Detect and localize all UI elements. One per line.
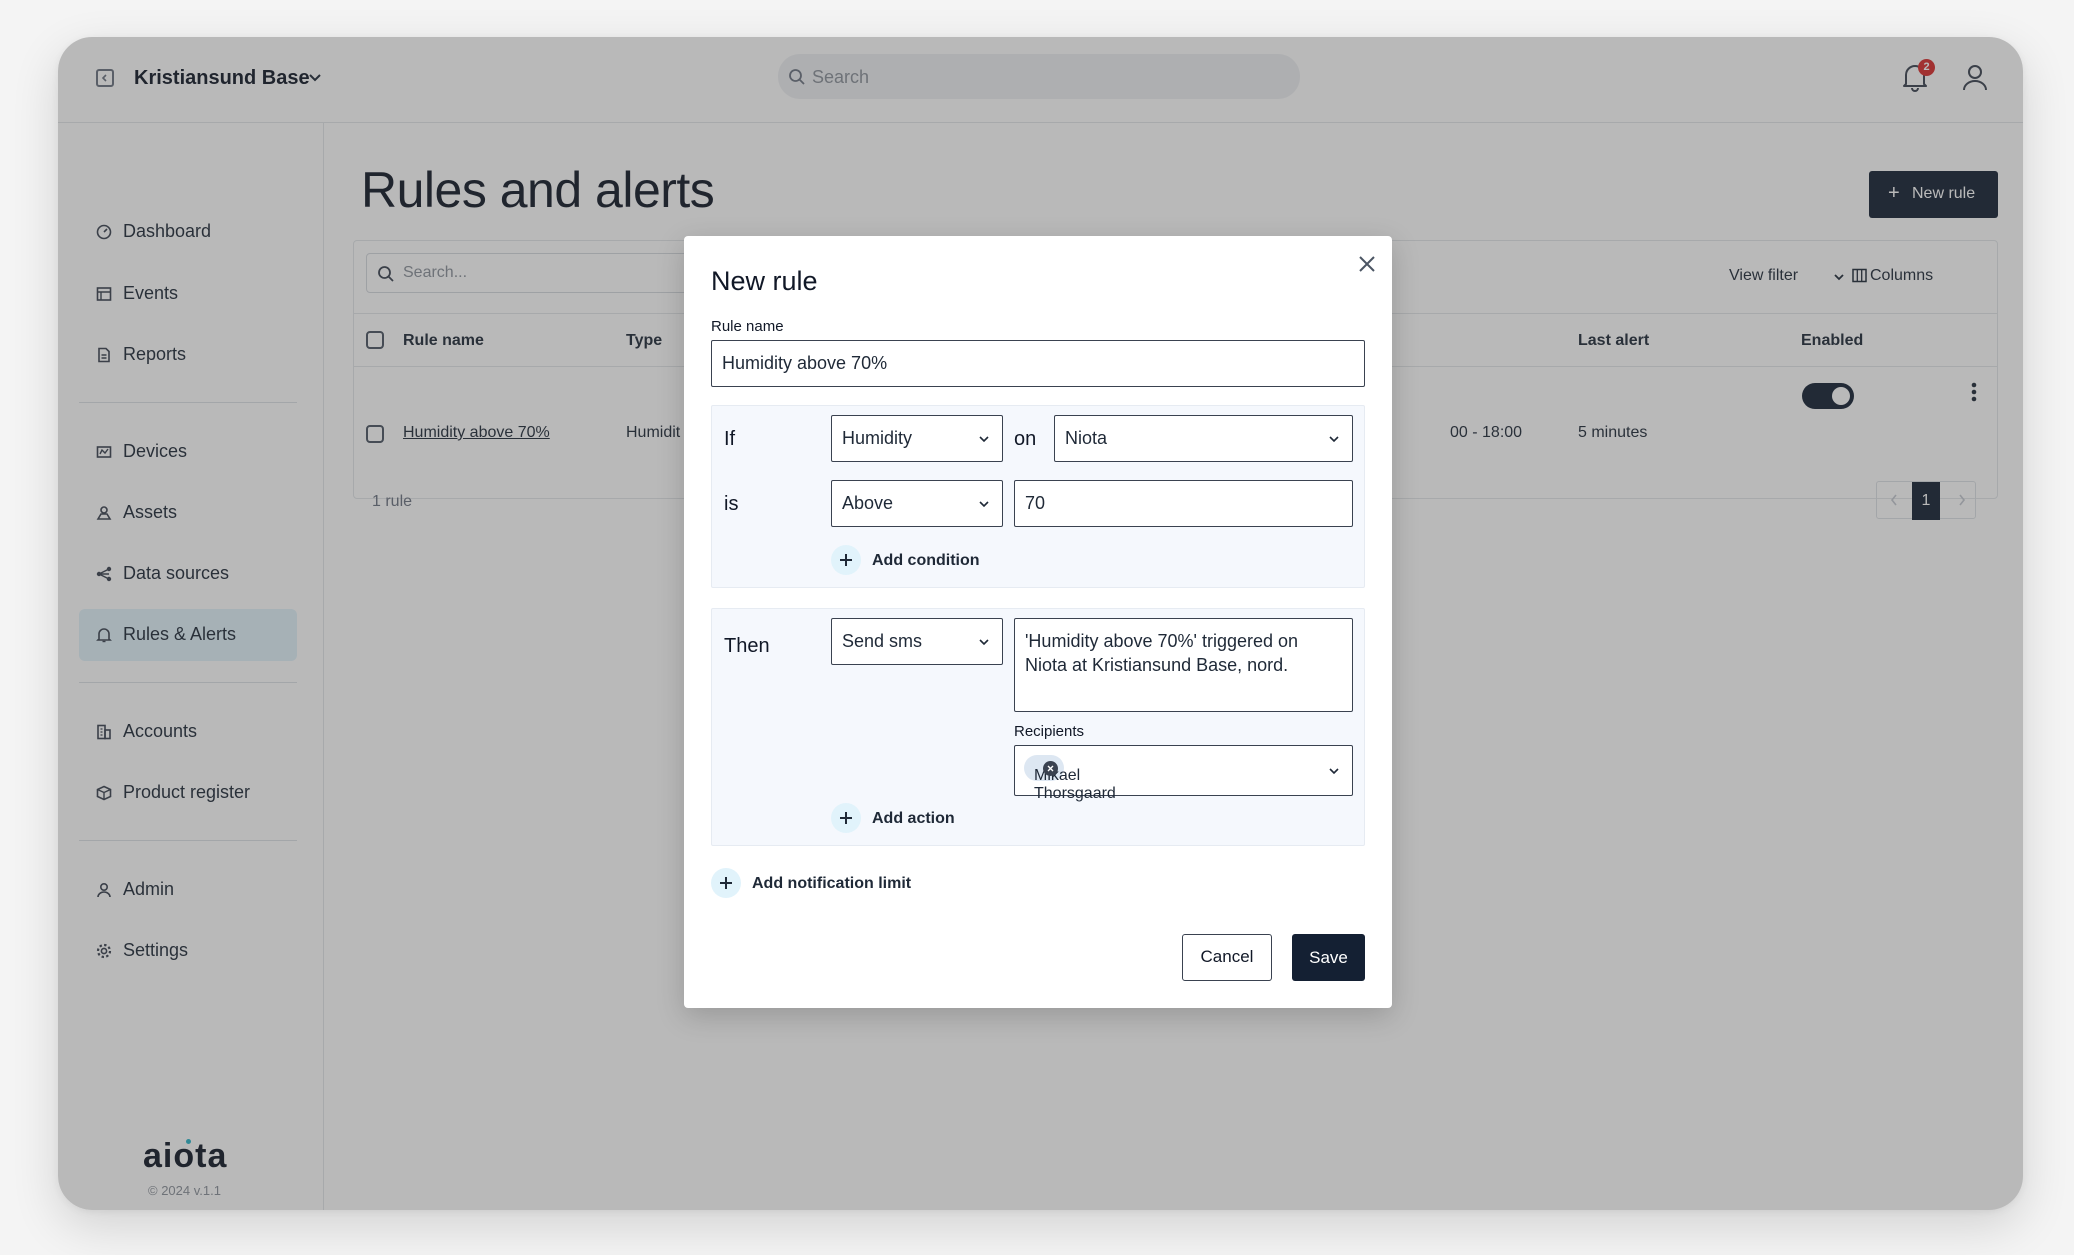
rule-name-input[interactable]: Humidity above 70% [711, 340, 1365, 387]
rule-name-value: Humidity above 70% [722, 353, 888, 373]
chevron-down-icon [979, 639, 989, 646]
condition-section: If Humidity on Niota is Above 70 Add con… [711, 405, 1365, 588]
action-value: Send sms [842, 631, 923, 651]
save-button[interactable]: Save [1292, 934, 1365, 981]
metric-select[interactable]: Humidity [831, 415, 1003, 462]
add-action-button[interactable]: Add action [872, 810, 955, 828]
action-select[interactable]: Send sms [831, 618, 1003, 665]
cancel-button[interactable]: Cancel [1182, 934, 1272, 981]
device-value: Niota [1065, 428, 1108, 448]
recipients-select[interactable]: Mikael Thorsgaard [1014, 745, 1353, 802]
chevron-down-icon [1329, 436, 1339, 443]
operator-value: Above [842, 493, 894, 513]
is-label: is [724, 493, 739, 515]
remove-recipient-icon[interactable] [1043, 761, 1058, 776]
chevron-down-icon [979, 436, 989, 443]
add-notification-limit-button[interactable]: Add notification limit [752, 875, 911, 893]
device-select[interactable]: Niota [1054, 415, 1353, 462]
operator-select[interactable]: Above [831, 480, 1003, 527]
message-value: 'Humidity above 70%' triggered on Niota … [1025, 631, 1299, 675]
add-action-plus-icon[interactable] [831, 803, 861, 833]
then-label: Then [724, 635, 770, 657]
if-label: If [724, 428, 736, 450]
chevron-down-icon [979, 501, 989, 508]
add-condition-button[interactable]: Add condition [872, 552, 980, 570]
metric-value: Humidity [842, 428, 913, 448]
chevron-down-icon [1329, 768, 1339, 775]
dialog-title: New rule [711, 266, 818, 296]
on-label: on [1014, 428, 1037, 450]
action-section: Then Send sms 'Humidity above 70%' trigg… [711, 608, 1365, 846]
threshold-value: 70 [1025, 493, 1046, 513]
add-notification-limit-plus-icon[interactable] [711, 868, 741, 898]
add-condition-plus-icon[interactable] [831, 545, 861, 575]
recipient-chip: Mikael Thorsgaard [1024, 755, 1116, 802]
new-rule-dialog: New rule Rule name Humidity above 70% If… [684, 236, 1392, 1008]
threshold-input[interactable]: 70 [1014, 480, 1353, 527]
rule-name-label: Rule name [711, 318, 784, 335]
close-icon[interactable] [1358, 255, 1376, 273]
message-textarea[interactable]: 'Humidity above 70%' triggered on Niota … [1014, 618, 1353, 712]
recipients-label: Recipients [1014, 723, 1085, 740]
